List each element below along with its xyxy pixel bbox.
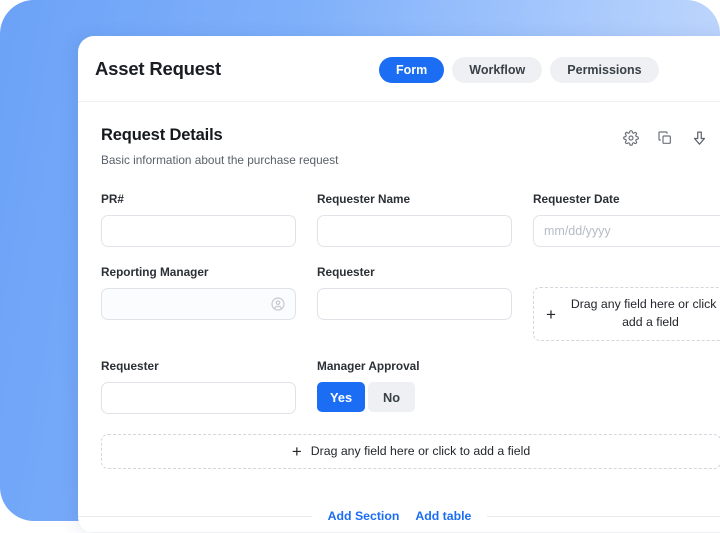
add-table-link[interactable]: Add table bbox=[415, 509, 471, 523]
add-section-link[interactable]: Add Section bbox=[328, 509, 400, 523]
field-label: Manager Approval bbox=[317, 359, 420, 373]
field-label: Requester bbox=[101, 359, 159, 373]
field-label: PR# bbox=[101, 192, 124, 206]
section-toolbar bbox=[620, 127, 720, 149]
section-subtitle: Basic information about the purchase req… bbox=[101, 153, 339, 167]
plus-icon: + bbox=[291, 442, 302, 461]
field-label: Requester Name bbox=[317, 192, 411, 206]
requester-name-input-wrap[interactable] bbox=[317, 215, 512, 247]
card-footer: Add Section Add table bbox=[78, 509, 720, 523]
tab-workflow[interactable]: Workflow bbox=[452, 57, 543, 83]
footer-links: Add Section Add table bbox=[312, 509, 488, 523]
requester-date-input[interactable] bbox=[544, 216, 720, 246]
tab-form[interactable]: Form bbox=[379, 57, 445, 83]
field-reporting-manager: Reporting Manager bbox=[101, 265, 296, 320]
page-title: Asset Request bbox=[95, 57, 221, 79]
field-requester-name: Requester Name bbox=[317, 192, 512, 247]
form-builder-card: Asset Request Form Workflow Permissions … bbox=[78, 36, 720, 533]
pr-number-input[interactable] bbox=[112, 216, 285, 246]
tab-bar: Form Workflow Permissions bbox=[379, 57, 659, 83]
reporting-manager-input-wrap[interactable] bbox=[101, 288, 296, 320]
card-header: Asset Request Form Workflow Permissions bbox=[78, 36, 720, 102]
plus-icon: + bbox=[546, 304, 556, 324]
manager-approval-segmented: Yes No bbox=[317, 382, 512, 412]
divider-left bbox=[78, 515, 312, 517]
dropzone-bottom[interactable]: + Drag any field here or click to add a … bbox=[101, 434, 720, 469]
form-row-3: Requester Manager Approval Yes No bbox=[101, 359, 720, 414]
field-pr-number: PR# bbox=[101, 192, 296, 247]
card-body: Request Details Basic information about … bbox=[78, 102, 720, 469]
field-label: Requester bbox=[317, 265, 375, 279]
user-icon[interactable] bbox=[270, 296, 286, 312]
requester-name-input[interactable] bbox=[328, 216, 501, 246]
field-requester-date: Requester Date bbox=[533, 192, 720, 247]
manager-approval-no[interactable]: No bbox=[368, 382, 416, 412]
form-row-2: Reporting Manager Requester + Drag any f… bbox=[101, 265, 720, 341]
divider-right bbox=[487, 515, 720, 517]
requester-date-input-wrap[interactable] bbox=[533, 215, 720, 247]
pr-number-input-wrap[interactable] bbox=[101, 215, 296, 247]
arrow-down-icon[interactable] bbox=[688, 127, 710, 149]
dropzone-bottom-text: Drag any field here or click to add a fi… bbox=[310, 443, 531, 458]
requester-2-input-wrap[interactable] bbox=[101, 382, 296, 414]
dropzone-side[interactable]: + Drag any field here or click to add a … bbox=[533, 287, 720, 341]
copy-icon[interactable] bbox=[654, 127, 676, 149]
gear-icon[interactable] bbox=[620, 127, 642, 149]
section-header: Request Details Basic information about … bbox=[78, 126, 720, 167]
manager-approval-yes[interactable]: Yes bbox=[317, 382, 366, 412]
form-row-1: PR# Requester Name Requester Date bbox=[101, 192, 720, 247]
field-label: Reporting Manager bbox=[101, 265, 209, 279]
field-manager-approval: Manager Approval Yes No bbox=[317, 359, 512, 412]
field-label: Requester Date bbox=[533, 192, 620, 206]
requester-input-wrap[interactable] bbox=[317, 288, 512, 320]
dropzone-side-text: Drag any field here or click to add a fi… bbox=[570, 297, 720, 329]
requester-input[interactable] bbox=[328, 289, 501, 319]
form-area: PR# Requester Name Requester Date mm/dd/… bbox=[78, 192, 720, 414]
tab-permissions[interactable]: Permissions bbox=[550, 57, 659, 83]
requester-2-input[interactable] bbox=[112, 383, 285, 413]
reporting-manager-input[interactable] bbox=[112, 289, 285, 319]
field-requester: Requester bbox=[317, 265, 512, 320]
field-requester-2: Requester bbox=[101, 359, 296, 414]
